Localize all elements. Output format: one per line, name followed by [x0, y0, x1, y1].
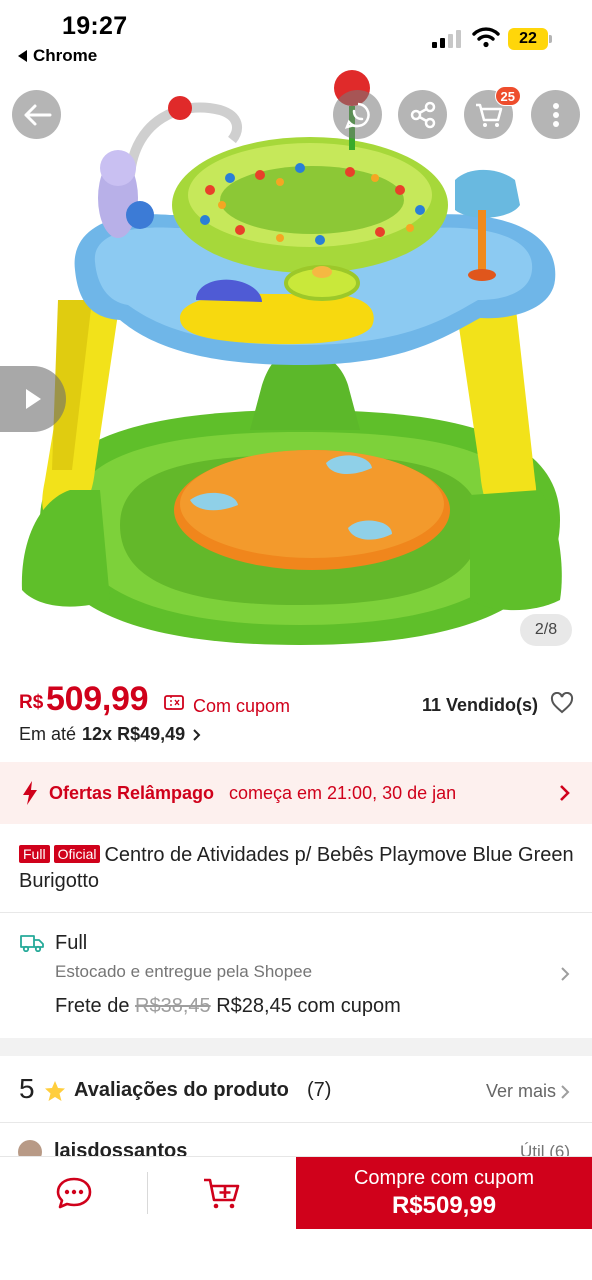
whatsapp-icon: [344, 102, 370, 129]
chevron-right-icon: [561, 967, 570, 981]
more-vertical-icon: [552, 102, 559, 127]
heart-icon[interactable]: [550, 692, 574, 714]
status-time: 19:27: [62, 12, 128, 40]
back-to-app-link[interactable]: Chrome: [18, 46, 97, 66]
share-icon: [410, 101, 435, 128]
reviews-count: (7): [307, 1079, 332, 1101]
shipping-title: Full: [55, 932, 88, 954]
play-video-button[interactable]: [0, 366, 66, 432]
chevron-right-icon: [561, 1085, 570, 1099]
divider: [0, 912, 592, 913]
shipping-fee-new: R$28,45 com cupom: [216, 995, 401, 1017]
coupon-label[interactable]: Com cupom: [193, 696, 290, 717]
product-image-gallery[interactable]: 25 2/8: [0, 0, 592, 664]
flash-sale-title: Ofertas Relâmpago: [49, 783, 215, 803]
star-icon: [45, 1081, 65, 1101]
lightning-icon: [23, 781, 37, 805]
chat-icon: [56, 1177, 92, 1209]
add-to-cart-button[interactable]: [148, 1157, 296, 1229]
installment-value: 12x R$49,49: [82, 724, 186, 744]
status-bar: 19:27 Chrome 22: [0, 0, 592, 72]
back-button[interactable]: [12, 90, 61, 139]
price-currency: R$: [19, 692, 44, 713]
image-counter: 2/8: [520, 614, 572, 646]
battery-level: 22: [508, 28, 548, 50]
battery-icon: 22: [508, 28, 552, 50]
play-icon: [26, 389, 41, 409]
product-photo: [21, 70, 562, 645]
more-options-button[interactable]: [531, 90, 580, 139]
share-button[interactable]: [398, 90, 447, 139]
bottom-action-bar: Compre com cupom R$509,99: [0, 1156, 592, 1280]
arrow-left-icon: [24, 104, 51, 125]
official-tag: Oficial: [53, 845, 101, 863]
truck-icon: [20, 935, 44, 952]
installment-info[interactable]: Em até 12x R$49,49: [19, 724, 201, 745]
shipping-fee-prefix: Frete de: [55, 995, 130, 1017]
price-row: R$ 509,99 Com cupom 11 Vendido(s): [19, 680, 574, 722]
chat-button[interactable]: [0, 1157, 148, 1229]
product-title: Full Oficial Centro de Atividades p/ Bebês…: [19, 842, 579, 894]
buy-button-label: Compre com cupom: [353, 1166, 535, 1189]
cart-icon: [475, 103, 502, 127]
wifi-icon: [472, 27, 500, 48]
flash-sale-time: começa em 21:00, 30 de jan: [229, 783, 457, 803]
section-gap: [0, 1038, 592, 1056]
cart-count-badge: 25: [494, 86, 521, 106]
buy-with-coupon-button[interactable]: Compre com cupom R$509,99: [296, 1157, 592, 1229]
buy-button-price: R$509,99: [391, 1191, 497, 1219]
chevron-right-icon: [560, 785, 570, 801]
cart-button[interactable]: 25: [464, 86, 521, 139]
reviews-title: Avaliações do produto: [74, 1079, 289, 1101]
cellular-signal-icon: [432, 30, 461, 48]
add-to-cart-icon: [204, 1178, 240, 1209]
rating-value: 5: [19, 1073, 35, 1104]
product-title-text: Centro de Atividades p/ Bebês Playmove B…: [19, 844, 574, 892]
chevron-right-icon: [193, 728, 201, 741]
installment-prefix: Em até: [19, 724, 77, 744]
shipping-subtitle: Estocado e entregue pela Shopee: [55, 962, 313, 981]
back-app-label: Chrome: [33, 46, 98, 65]
shipping-fee: Frete de R$38,45 R$28,45 com cupom: [55, 995, 401, 1018]
back-triangle-icon: [18, 50, 27, 62]
full-tag: Full: [19, 845, 50, 863]
see-more-link[interactable]: Ver mais: [486, 1081, 556, 1102]
whatsapp-button[interactable]: [333, 90, 382, 139]
divider: [0, 1122, 592, 1123]
price-value: 509,99: [46, 680, 149, 718]
coupon-icon: [164, 695, 184, 710]
shipping-fee-old: R$38,45: [135, 995, 211, 1017]
flash-sale-banner[interactable]: Ofertas Relâmpago começa em 21:00, 30 de…: [0, 762, 592, 824]
sold-count: 11 Vendido(s): [421, 695, 538, 715]
